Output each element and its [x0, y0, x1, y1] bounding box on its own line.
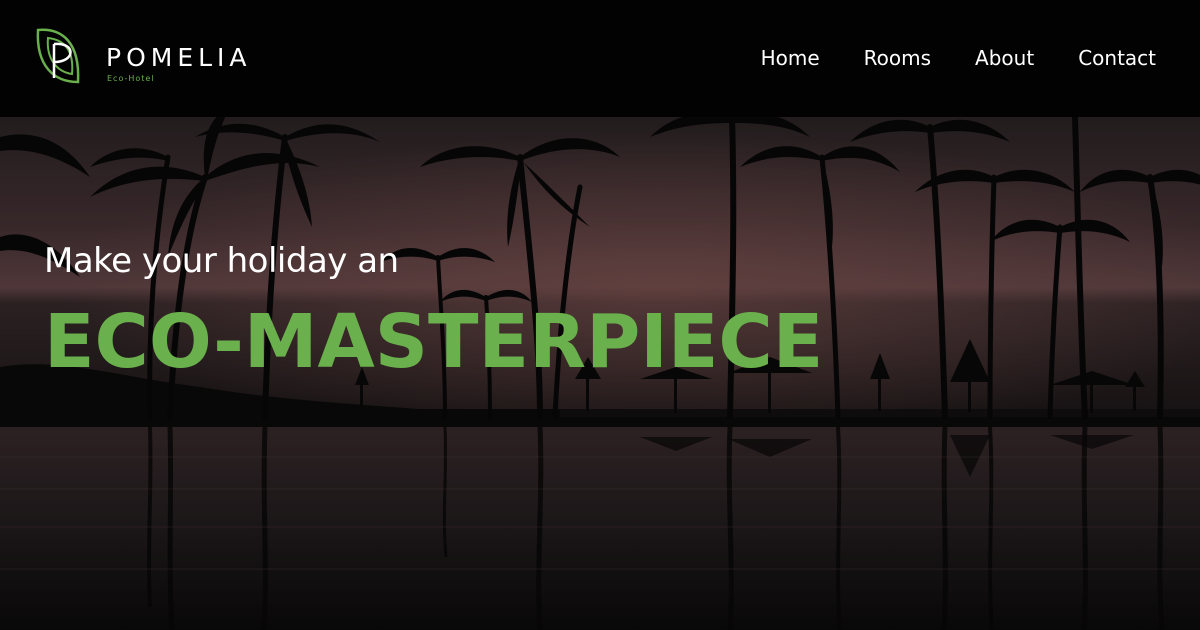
- nav-rooms-link[interactable]: Rooms: [864, 46, 931, 70]
- nav-home-link[interactable]: Home: [761, 46, 820, 70]
- leaf-logo-icon: [36, 28, 80, 84]
- brand-subtitle: Eco-Hotel: [107, 74, 155, 83]
- hero-tagline: Make your holiday an: [44, 241, 399, 281]
- main-nav: Home Rooms About Contact: [761, 46, 1156, 70]
- landing-page: POMELIA Eco-Hotel Home Rooms About Conta…: [0, 0, 1200, 630]
- brand-logo[interactable]: POMELIA Eco-Hotel: [32, 26, 247, 86]
- nav-about-link[interactable]: About: [975, 46, 1034, 70]
- hero-headline: ECO-MASTERPIECE: [44, 299, 824, 385]
- brand-name: POMELIA: [106, 43, 252, 72]
- nav-contact-link[interactable]: Contact: [1078, 46, 1156, 70]
- site-header: POMELIA Eco-Hotel Home Rooms About Conta…: [0, 0, 1200, 117]
- hero-section: Make your holiday an ECO-MASTERPIECE: [0, 117, 1200, 630]
